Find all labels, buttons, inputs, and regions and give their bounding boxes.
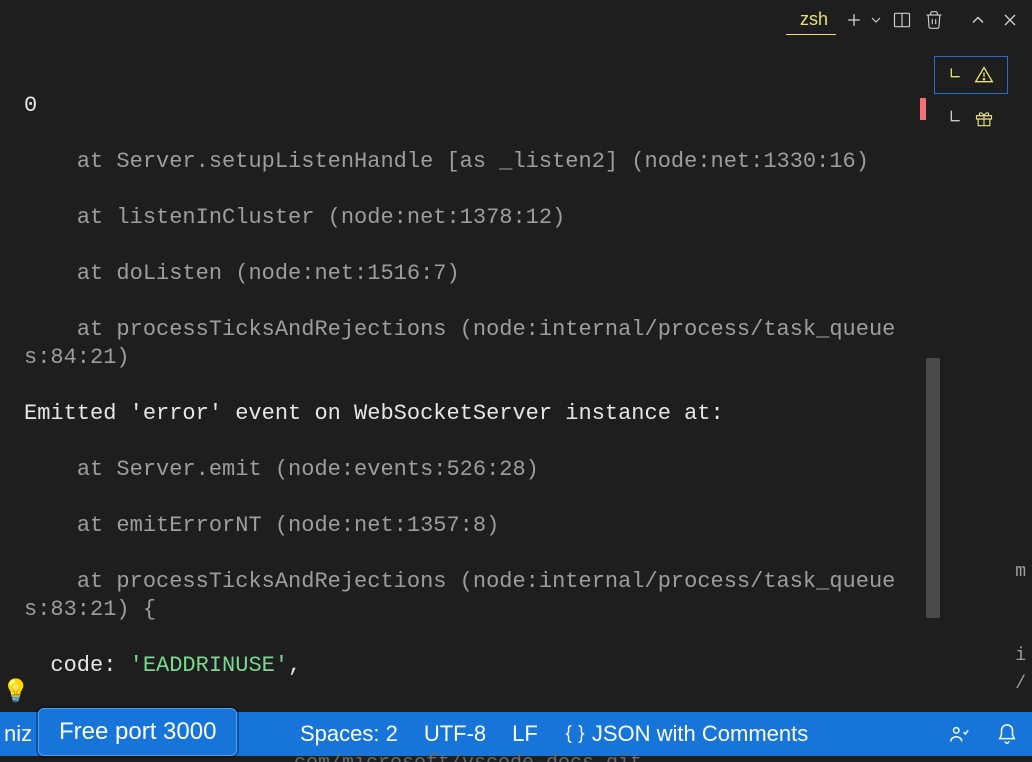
terminal-line: code: 'EADDRINUSE',	[24, 652, 912, 680]
gift-icon	[974, 109, 994, 129]
split-terminal-button[interactable]	[888, 6, 916, 34]
terminal-line: Emitted 'error' event on WebSocketServer…	[24, 400, 912, 428]
terminal-line: at emitErrorNT (node:net:1357:8)	[24, 512, 912, 540]
terminal-line: at listenInCluster (node:net:1378:12)	[24, 204, 912, 232]
new-terminal-dropdown[interactable]	[868, 6, 884, 34]
status-indent[interactable]: Spaces: 2	[300, 721, 398, 747]
obscured-url-text: .com/microsoft/vscode-docs.git	[282, 752, 642, 762]
kill-terminal-button[interactable]	[920, 6, 948, 34]
terminal-tab-zsh[interactable]: zsh	[786, 5, 836, 35]
terminal-group-indicator-2[interactable]	[934, 100, 1008, 138]
lightbulb-icon[interactable]: 💡	[2, 678, 29, 704]
status-feedback-button[interactable]	[948, 723, 970, 745]
status-left-fragment[interactable]: niz	[0, 716, 40, 752]
terminal-line: at processTicksAndRejections (node:inter…	[24, 568, 912, 624]
terminal-line: at doListen (node:net:1516:7)	[24, 260, 912, 288]
status-bar: .com/microsoft/vscode-docs.git Spaces: 2…	[0, 706, 1032, 762]
terminal-output[interactable]: 0 at Server.setupListenHandle [as _liste…	[0, 48, 920, 706]
status-eol[interactable]: LF	[512, 721, 538, 747]
new-terminal-button[interactable]	[840, 6, 868, 34]
branch-down-icon	[948, 65, 968, 85]
terminal-group-indicator[interactable]	[934, 56, 1008, 94]
terminal-tabbar: zsh	[0, 0, 1032, 40]
terminal-line: at Server.emit (node:events:526:28)	[24, 456, 912, 484]
status-notifications-button[interactable]	[996, 723, 1018, 745]
terminal-line: at Server.setupListenHandle [as _listen2…	[24, 148, 912, 176]
scrollbar-track[interactable]	[926, 48, 940, 706]
warning-icon	[974, 65, 994, 85]
feedback-icon	[948, 723, 970, 745]
free-port-button[interactable]: Free port 3000	[38, 708, 237, 756]
rail-mono-text: m i /	[1015, 558, 1026, 698]
terminal-line: 0	[24, 92, 912, 120]
status-language-mode[interactable]: JSON with Comments	[564, 721, 808, 747]
scrollbar-thumb[interactable]	[926, 358, 940, 618]
maximize-panel-button[interactable]	[964, 6, 992, 34]
terminal-right-rail: m i /	[920, 48, 1032, 706]
braces-icon	[564, 723, 586, 745]
terminal-line: at processTicksAndRejections (node:inter…	[24, 316, 912, 372]
close-panel-button[interactable]	[996, 6, 1024, 34]
status-encoding[interactable]: UTF-8	[424, 721, 486, 747]
bell-icon	[996, 723, 1018, 745]
branch-end-icon	[948, 109, 968, 129]
terminal-tab-label: zsh	[800, 9, 828, 30]
